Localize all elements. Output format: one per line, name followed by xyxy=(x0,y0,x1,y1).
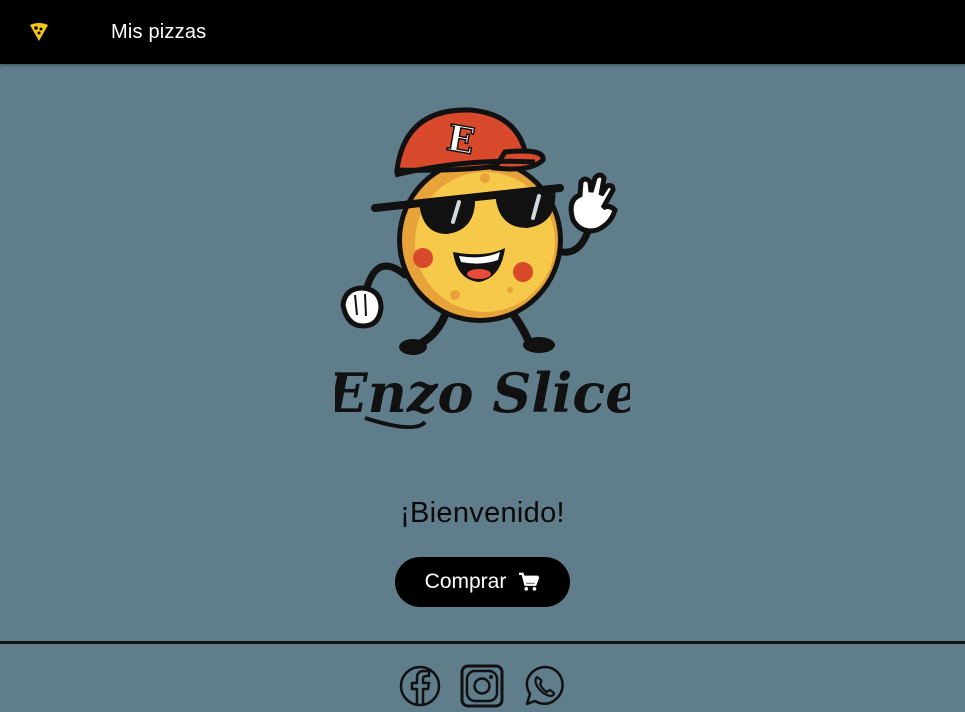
whatsapp-icon[interactable] xyxy=(522,664,566,708)
logo-text: Enzo Slice xyxy=(335,361,630,425)
buy-button-label: Comprar xyxy=(424,570,507,593)
buy-button[interactable]: Comprar xyxy=(395,557,570,607)
left-hand-icon xyxy=(340,285,384,329)
pizza-slice-icon xyxy=(30,23,48,41)
facebook-icon[interactable] xyxy=(398,664,442,708)
right-hand-icon xyxy=(568,172,618,234)
app-bar: Mis pizzas xyxy=(0,0,965,64)
app-title: Mis pizzas xyxy=(111,20,207,43)
welcome-heading: ¡Bienvenido! xyxy=(400,497,565,529)
instagram-icon[interactable] xyxy=(460,664,504,708)
enzo-slice-logo: E Enzo Slice xyxy=(335,107,630,430)
pizza-menu-button[interactable] xyxy=(19,12,59,52)
cart-icon xyxy=(519,572,540,591)
